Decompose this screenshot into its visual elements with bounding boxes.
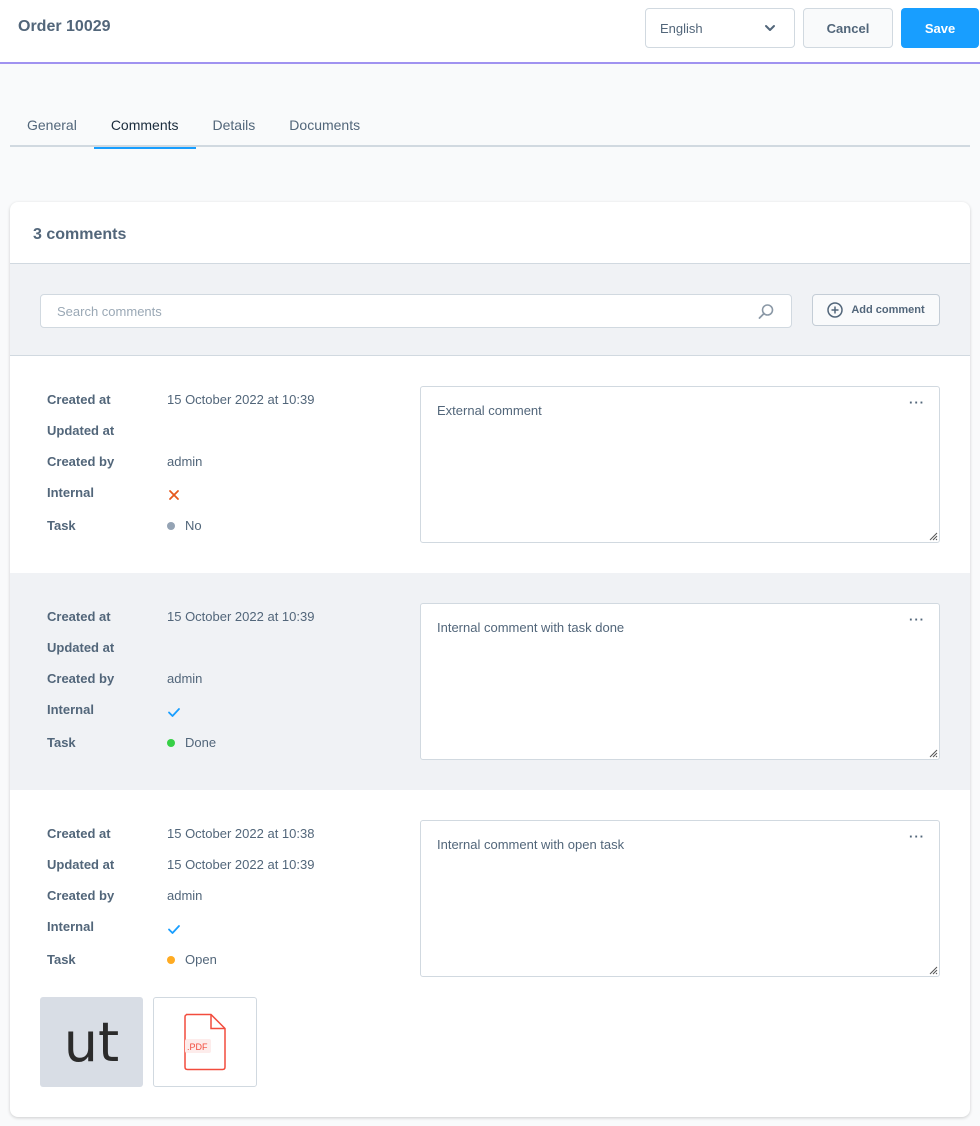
task-status-dot [167, 738, 175, 747]
task-status-value: Open [185, 952, 217, 967]
comment-text: External comment [437, 403, 542, 418]
comment-item: Created at 15 October 2022 at 10:39 Upda… [10, 356, 970, 573]
image-preview-text: ut [63, 1010, 120, 1074]
task-status-dot [167, 955, 175, 964]
created-by-value: admin [167, 454, 203, 469]
comment-text: Internal comment with open task [437, 837, 625, 852]
updated-at-label: Updated at [47, 857, 115, 872]
created-by-value: admin [167, 671, 203, 686]
meta-row-task: Task No [47, 516, 397, 547]
plus-circle-icon [827, 302, 844, 318]
meta-row-task: Task Done [47, 733, 397, 764]
internal-label: Internal [47, 702, 94, 717]
language-select-value: English [660, 20, 703, 36]
page-title: Order 10029 [18, 18, 111, 35]
created-at-value: 15 October 2022 at 10:38 [167, 826, 315, 841]
created-at-label: Created at [47, 826, 111, 841]
task-label: Task [47, 735, 76, 750]
attachments-list: ut .PDF [40, 997, 257, 1087]
comment-text: Internal comment with task done [437, 620, 625, 635]
meta-row-updated-at: Updated at [47, 640, 397, 671]
comment-text-area[interactable]: External comment ··· [420, 386, 940, 543]
created-by-label: Created by [47, 888, 115, 903]
attachment-image-thumbnail[interactable]: ut [40, 997, 143, 1087]
updated-at-label: Updated at [47, 423, 115, 438]
comment-meta: Created at 15 October 2022 at 10:39 Upda… [47, 609, 397, 764]
meta-row-created-at: Created at 15 October 2022 at 10:38 [47, 826, 397, 857]
search-icon[interactable] [757, 303, 775, 321]
add-comment-button[interactable]: Add comment [812, 294, 940, 326]
more-options-icon[interactable]: ··· [909, 395, 925, 410]
meta-row-internal: Internal [47, 919, 397, 950]
meta-row-created-at: Created at 15 October 2022 at 10:39 [47, 609, 397, 640]
updated-at-value: 15 October 2022 at 10:39 [167, 857, 315, 872]
internal-label: Internal [47, 485, 94, 500]
meta-row-created-by: Created by admin [47, 671, 397, 702]
meta-row-internal: Internal [47, 485, 397, 516]
resize-handle-icon[interactable] [928, 965, 938, 975]
created-at-label: Created at [47, 392, 111, 407]
comments-count-title: 3 comments [10, 202, 970, 264]
meta-row-updated-at: Updated at 15 October 2022 at 10:39 [47, 857, 397, 888]
task-label: Task [47, 952, 76, 967]
cancel-button[interactable]: Cancel [803, 8, 893, 48]
updated-at-label: Updated at [47, 640, 115, 655]
resize-handle-icon[interactable] [928, 531, 938, 541]
meta-row-task: Task Open [47, 950, 397, 981]
tab-details[interactable]: Details [196, 104, 273, 147]
internal-label: Internal [47, 919, 94, 934]
x-icon [169, 490, 179, 500]
resize-handle-icon[interactable] [928, 748, 938, 758]
comment-text-area[interactable]: Internal comment with open task ··· [420, 820, 940, 977]
meta-row-internal: Internal [47, 702, 397, 733]
created-at-value: 15 October 2022 at 10:39 [167, 609, 315, 624]
pdf-file-icon: .PDF [184, 1013, 226, 1071]
task-label: Task [47, 518, 76, 533]
task-status-value: No [185, 518, 202, 533]
tab-documents[interactable]: Documents [272, 104, 377, 147]
comment-meta: Created at 15 October 2022 at 10:39 Upda… [47, 392, 397, 547]
comment-item: Created at 15 October 2022 at 10:39 Upda… [10, 573, 970, 790]
task-status-dot [167, 521, 175, 530]
top-bar: Order 10029 English Cancel Save [0, 0, 980, 64]
created-by-value: admin [167, 888, 203, 903]
task-status-value: Done [185, 735, 217, 750]
language-select[interactable]: English [645, 8, 795, 48]
meta-row-created-by: Created by admin [47, 888, 397, 919]
checkmark-icon [168, 708, 180, 717]
attachment-pdf-thumbnail[interactable]: .PDF [153, 997, 257, 1087]
tab-bar: General Comments Details Documents [10, 104, 970, 149]
comment-text-area[interactable]: Internal comment with task done ··· [420, 603, 940, 760]
meta-row-created-at: Created at 15 October 2022 at 10:39 [47, 392, 397, 423]
comment-item: Created at 15 October 2022 at 10:38 Upda… [10, 790, 970, 1007]
add-comment-label: Add comment [851, 304, 925, 316]
comments-toolbar: Add comment [10, 264, 970, 356]
tab-comments[interactable]: Comments [93, 104, 196, 149]
created-at-label: Created at [47, 609, 111, 624]
more-options-icon[interactable]: ··· [909, 612, 925, 627]
meta-row-created-by: Created by admin [47, 454, 397, 485]
meta-row-updated-at: Updated at [47, 423, 397, 454]
comments-card: 3 comments Add comment Created at 15 Oct… [10, 202, 970, 1117]
created-by-label: Created by [47, 671, 115, 686]
save-button[interactable]: Save [901, 8, 979, 48]
more-options-icon[interactable]: ··· [909, 829, 925, 844]
created-by-label: Created by [47, 454, 115, 469]
created-at-value: 15 October 2022 at 10:39 [167, 392, 315, 407]
chevron-down-icon [765, 25, 775, 31]
search-field [40, 294, 792, 328]
checkmark-icon [168, 925, 180, 934]
comment-meta: Created at 15 October 2022 at 10:38 Upda… [47, 826, 397, 981]
tab-general[interactable]: General [10, 104, 94, 147]
search-input[interactable] [41, 295, 741, 327]
pdf-label: .PDF [187, 1042, 208, 1052]
